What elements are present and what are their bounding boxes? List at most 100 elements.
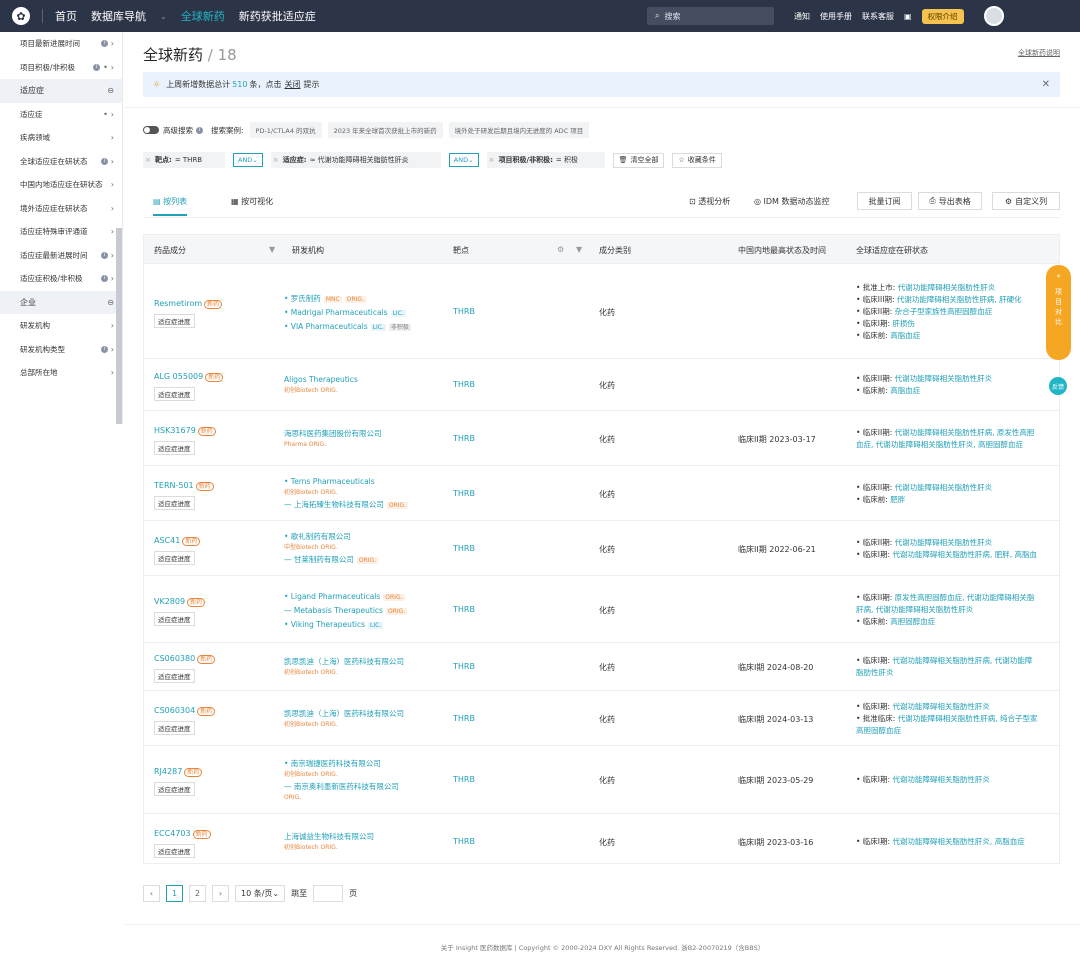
indication-progress-button[interactable]: 适应症进度 xyxy=(154,440,195,455)
target-link[interactable]: THRB xyxy=(453,307,475,316)
org-name[interactable]: • Terns Pharmaceuticals xyxy=(284,477,375,486)
indication-link[interactable]: 代谢功能障碍相关脂肪性肝炎 xyxy=(898,283,996,292)
indication-link[interactable]: 代谢功能障碍相关脂肪性肝病, 原发性高胆 xyxy=(895,428,1035,437)
indication-progress-button[interactable]: 适应症进度 xyxy=(154,669,195,683)
chevron-right-icon[interactable]: › xyxy=(111,157,114,166)
chevron-right-icon[interactable]: › xyxy=(111,251,114,260)
indication-link[interactable]: 高胆固醇血症 xyxy=(890,617,935,626)
indication-link[interactable]: 代谢功能障碍相关脂肪性肝炎 xyxy=(895,483,993,492)
indication-progress-button[interactable]: 适应症进度 xyxy=(154,611,195,626)
org-name[interactable]: — 上海拓臻生物科技有限公司 xyxy=(284,500,384,509)
indication-link[interactable]: 代谢功能障碍相关脂肪性肝病, 肝硬化 xyxy=(897,295,1022,304)
chevron-right-icon[interactable]: › xyxy=(111,345,114,354)
sidebar-item[interactable]: 适应症特殊审评通道 › xyxy=(0,220,122,244)
help-link[interactable]: 全球新药说明 xyxy=(1018,48,1060,58)
sidebar-group[interactable]: 企业 ⊖ xyxy=(0,290,122,314)
col-type[interactable]: 成分类别 xyxy=(599,245,631,256)
target-link[interactable]: THRB xyxy=(453,662,475,671)
prev-page-button[interactable]: ‹ xyxy=(143,885,160,902)
chevron-right-icon[interactable]: › xyxy=(111,368,114,377)
target-link[interactable]: THRB xyxy=(453,714,475,723)
org-entry[interactable]: • 南京瑞捷医药科技有限公司 xyxy=(284,757,399,770)
col-cn-status[interactable]: 中国内地最高状态及时间 xyxy=(738,245,826,256)
indication-link[interactable]: 高脂血症 xyxy=(890,386,920,395)
org-name[interactable]: • VIA Pharmaceuticals xyxy=(284,322,368,331)
indication-link[interactable]: 血症, 代谢功能障碍相关脂肪性肝炎, 高胆固醇血症 xyxy=(856,440,1023,449)
col-global-status[interactable]: 全球适应症在研状态 xyxy=(856,245,928,256)
filter-chip-target[interactable]: × 靶点: = THRB xyxy=(143,152,225,168)
drug-name-text[interactable]: RJ4287 xyxy=(154,767,182,776)
sidebar-item[interactable]: 适应症 • › xyxy=(0,103,122,127)
indication-progress-button[interactable]: 适应症进度 xyxy=(154,720,195,735)
chevron-right-icon[interactable]: › xyxy=(111,180,114,189)
drug-name-text[interactable]: CS060380 xyxy=(154,654,195,663)
nav-global-drugs[interactable]: 全球新药 xyxy=(181,8,225,24)
next-page-button[interactable]: › xyxy=(212,885,229,902)
drug-name-text[interactable]: Resmetirom xyxy=(154,299,202,308)
indication-link[interactable]: 代谢功能障碍相关脂肪性肝病, 肥胖, 高脂血 xyxy=(892,550,1037,559)
drug-name-text[interactable]: VK2809 xyxy=(154,597,185,606)
indication-link[interactable]: 原发性高胆固醇血症, 代谢功能障碍相关脂 xyxy=(895,593,1035,602)
indication-link[interactable]: 代谢功能障碍相关脂肪性肝炎 xyxy=(892,702,990,711)
search-case[interactable]: 境外处于研发后期且境内无进度的 ADC 项目 xyxy=(448,122,590,138)
drug-name[interactable]: CS060380 新药 xyxy=(154,654,216,664)
org-name[interactable]: • 南京瑞捷医药科技有限公司 xyxy=(284,759,381,768)
org-name[interactable]: • Viking Therapeutics xyxy=(284,620,365,629)
org-name[interactable]: • 罗氏制药 xyxy=(284,294,321,303)
org-entry[interactable]: 凯思凯迪（上海）医药科技有限公司 xyxy=(284,655,404,668)
custom-columns-button[interactable]: ⚙ 自定义列 xyxy=(992,192,1060,210)
project-compare-float[interactable]: « 项目对比 xyxy=(1046,265,1071,360)
drug-name[interactable]: ALG 055009 新药 xyxy=(154,372,224,382)
drug-name[interactable]: CS060304 新药 xyxy=(154,706,216,716)
target-link[interactable]: THRB xyxy=(453,837,475,846)
org-entry[interactable]: • Viking Therapeutics LIC. xyxy=(284,618,407,632)
advanced-search-toggle[interactable] xyxy=(143,126,159,134)
chevron-right-icon[interactable]: › xyxy=(111,204,114,213)
target-link[interactable]: THRB xyxy=(453,380,475,389)
drug-name[interactable]: TERN-501 新药 xyxy=(154,481,214,491)
sidebar-item[interactable]: 总部所在地 › xyxy=(0,361,122,385)
org-entry[interactable]: — 上海拓臻生物科技有限公司 ORIG. xyxy=(284,498,409,512)
org-name[interactable]: • 歌礼制药有限公司 xyxy=(284,532,351,541)
drug-name[interactable]: ASC41 新药 xyxy=(154,536,201,546)
settings-icon[interactable]: ⚙ xyxy=(557,245,564,254)
collapse-icon[interactable]: ⊖ xyxy=(107,86,114,95)
drug-name[interactable]: RJ4287 新药 xyxy=(154,767,203,777)
clear-all-button[interactable]: 🗑 清空全部 xyxy=(612,152,665,168)
indication-link[interactable]: 高胆固醇血症 xyxy=(856,726,901,735)
indication-progress-button[interactable]: 适应症进度 xyxy=(154,843,195,858)
indication-progress-button[interactable]: 适应症进度 xyxy=(154,387,195,401)
col-target[interactable]: 靶点 xyxy=(453,245,469,256)
close-icon[interactable]: × xyxy=(273,156,279,164)
search-case[interactable]: PD-1/CTLA4 的双抗 xyxy=(249,122,322,138)
target-link[interactable]: THRB xyxy=(453,605,475,614)
chevron-right-icon[interactable]: › xyxy=(111,227,114,236)
filter-icon[interactable]: ▼ xyxy=(269,245,275,254)
indication-progress-button[interactable]: 适应症进度 xyxy=(154,495,195,510)
manual-link[interactable]: 使用手册 xyxy=(820,11,852,22)
chevron-right-icon[interactable]: › xyxy=(111,274,114,283)
drug-name-text[interactable]: ALG 055009 xyxy=(154,372,203,381)
sidebar-item[interactable]: 项目最新进展时间 i › xyxy=(0,32,122,56)
indication-progress-button[interactable]: 适应症进度 xyxy=(154,550,195,565)
org-entry[interactable]: 凯思凯迪（上海）医药科技有限公司 xyxy=(284,707,404,720)
indication-link[interactable]: 杂合子型家族性高胆固醇血症 xyxy=(895,307,993,316)
sidebar-item[interactable]: 中国内地适应症在研状态 › xyxy=(0,173,122,197)
chevron-down-icon[interactable]: ⌄ xyxy=(160,12,167,21)
drug-name-text[interactable]: TERN-501 xyxy=(154,481,194,490)
org-name[interactable]: • Madrigal Pharmaceuticals xyxy=(284,308,388,317)
indication-link[interactable]: 代谢功能障碍相关脂肪性肝炎 xyxy=(895,374,993,383)
org-name[interactable]: — 甘莱制药有限公司 xyxy=(284,555,354,564)
logic-select[interactable]: AND ⌄ xyxy=(448,153,479,167)
tab-visual[interactable]: ▦ 按可视化 xyxy=(231,196,273,207)
search-case[interactable]: 2023 年来全球首次获批上市的新药 xyxy=(327,122,443,138)
indication-progress-button[interactable]: 适应症进度 xyxy=(154,782,195,796)
sidebar-scrollbar[interactable] xyxy=(116,228,122,424)
permission-button[interactable]: 权限介绍 xyxy=(921,8,964,24)
idm-monitor-button[interactable]: ◎ IDM 数据动态监控 xyxy=(754,196,830,207)
close-icon[interactable]: × xyxy=(489,156,495,164)
notice-close-link[interactable]: 关闭 xyxy=(284,79,300,90)
save-conditions-button[interactable]: ☆ 收藏条件 xyxy=(672,152,722,168)
filter-icon[interactable]: ▼ xyxy=(576,245,582,254)
close-icon[interactable]: × xyxy=(145,156,151,164)
